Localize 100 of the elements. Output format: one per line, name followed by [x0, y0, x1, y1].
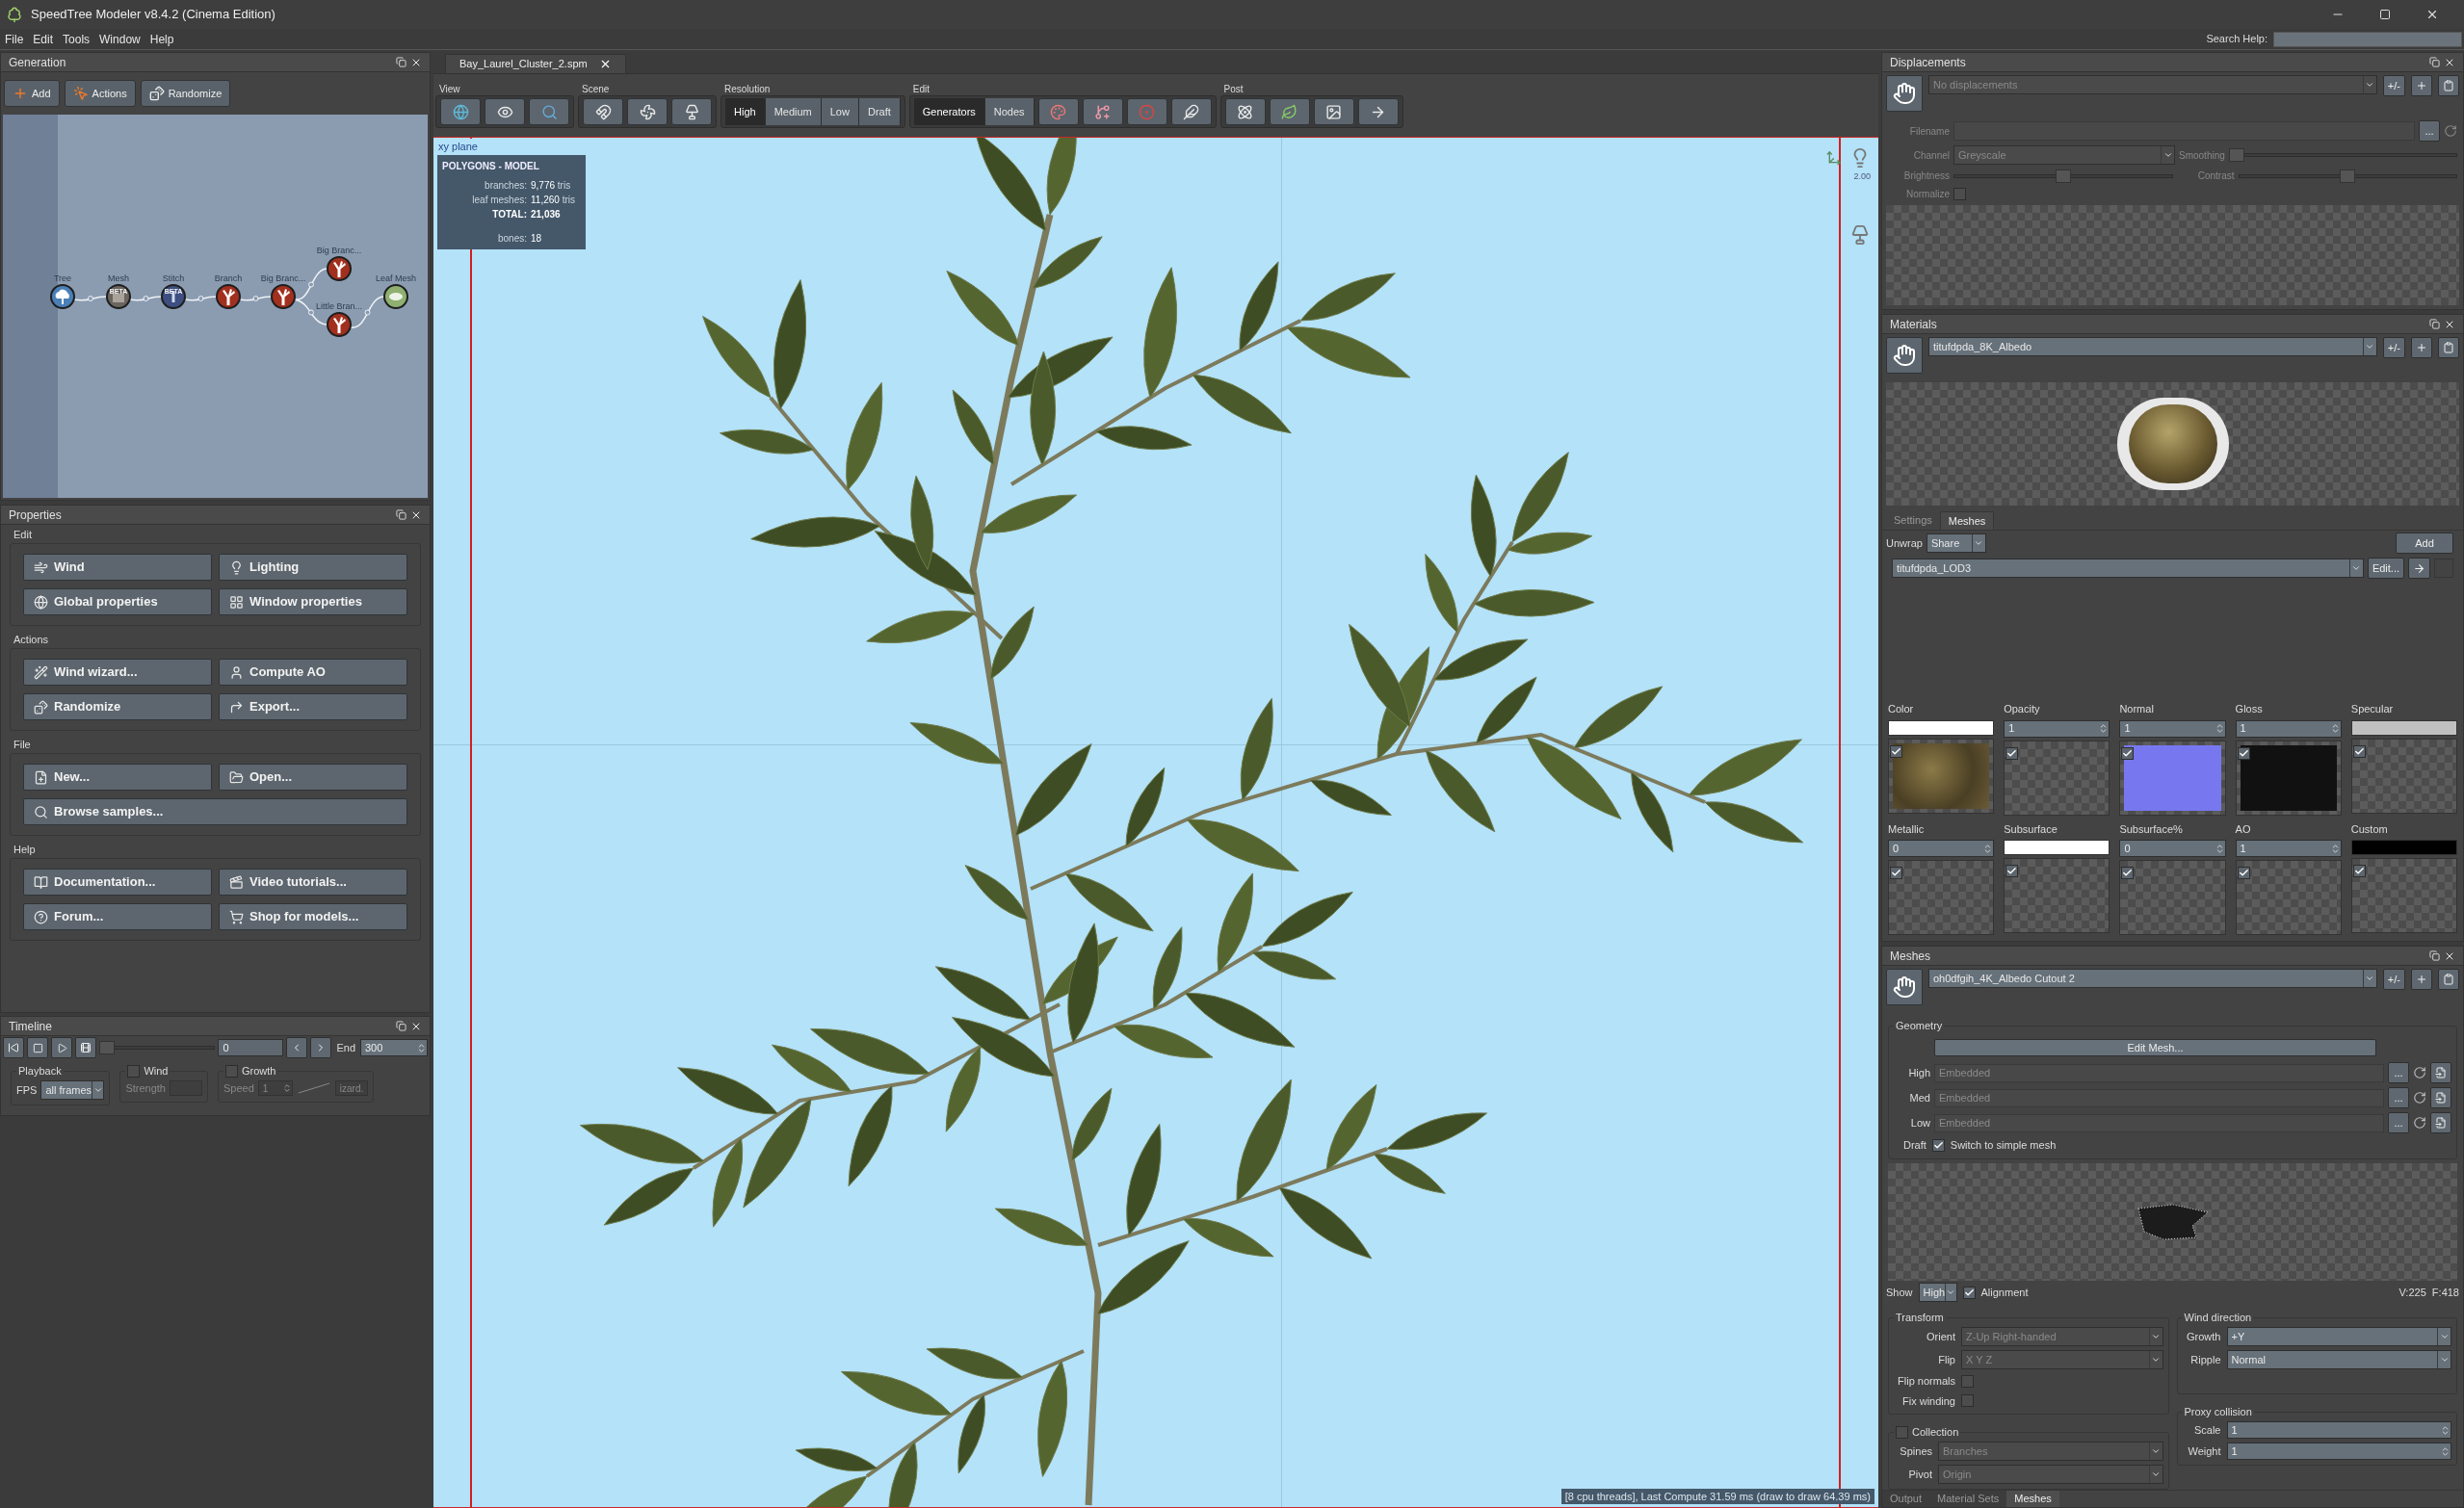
- unwrap-dropdown[interactable]: Share: [1926, 533, 1986, 553]
- tool-button[interactable]: [529, 98, 569, 125]
- node-label[interactable]: Stitch: [162, 273, 185, 283]
- map-enabled-checkbox[interactable]: [2121, 867, 2135, 879]
- growth-dropdown[interactable]: +Y: [2226, 1327, 2451, 1346]
- action-button[interactable]: Export...: [219, 693, 407, 720]
- action-button[interactable]: Documentation...: [23, 869, 212, 896]
- brightness-slider[interactable]: [1953, 169, 2173, 183]
- branch-node-icon[interactable]: [327, 256, 352, 281]
- spines-dropdown[interactable]: Branches: [1938, 1442, 2163, 1461]
- node-label[interactable]: Branch: [214, 273, 243, 283]
- map-value-field[interactable]: 0: [1888, 840, 1995, 857]
- menu-item[interactable]: Edit: [28, 30, 59, 48]
- panel-tab[interactable]: Output: [1882, 1491, 1930, 1507]
- browse-button[interactable]: ...: [2388, 1087, 2409, 1108]
- slider-thumb[interactable]: [2340, 169, 2356, 183]
- hand-button[interactable]: [1886, 969, 1923, 1005]
- tool-button[interactable]: [1170, 98, 1212, 125]
- selector-dropdown[interactable]: No displacements: [1928, 75, 2377, 94]
- add-remove-button[interactable]: +/-: [2382, 969, 2405, 990]
- import-button[interactable]: [2430, 1112, 2451, 1133]
- edit-button[interactable]: Edit...: [2367, 558, 2404, 579]
- tool-button[interactable]: [485, 98, 525, 125]
- map-enabled-checkbox[interactable]: [2237, 867, 2250, 879]
- timeline-slider[interactable]: [99, 1041, 216, 1054]
- fps-dropdown[interactable]: all frames: [40, 1080, 105, 1100]
- menu-item[interactable]: Help: [144, 30, 179, 48]
- browse-button[interactable]: ...: [2419, 120, 2440, 142]
- node-label[interactable]: Mesh: [108, 273, 129, 283]
- action-button[interactable]: Window properties: [219, 588, 407, 615]
- frame-field[interactable]: 0: [218, 1039, 284, 1056]
- next-frame-button[interactable]: [310, 1037, 332, 1058]
- add-button[interactable]: [2411, 337, 2432, 358]
- speed-field[interactable]: 1: [257, 1080, 293, 1097]
- action-button[interactable]: Wind: [23, 554, 212, 581]
- toolbar-button[interactable]: Randomize: [140, 80, 231, 107]
- tree-node-icon[interactable]: [50, 284, 75, 309]
- stitch-node-icon[interactable]: [161, 284, 186, 309]
- slider-thumb[interactable]: [99, 1041, 115, 1054]
- panel-tab[interactable]: Meshes: [1939, 511, 1995, 530]
- weight-field[interactable]: 1: [2226, 1443, 2451, 1460]
- channel-dropdown[interactable]: Greyscale: [1953, 145, 2175, 165]
- action-button[interactable]: Browse samples...: [23, 798, 407, 825]
- import-button[interactable]: [2430, 1062, 2451, 1083]
- pivot-dropdown[interactable]: Origin: [1938, 1465, 2163, 1484]
- map-value-field[interactable]: 1: [2235, 719, 2342, 738]
- segment-tab[interactable]: Low: [821, 98, 859, 125]
- show-dropdown[interactable]: High: [1918, 1283, 1957, 1302]
- toolbar-button[interactable]: Add: [4, 80, 60, 107]
- map-value-field[interactable]: 1: [2119, 719, 2226, 738]
- scale-field[interactable]: 1: [2226, 1421, 2451, 1439]
- action-button[interactable]: Lighting: [219, 554, 407, 581]
- tool-button[interactable]: [440, 98, 481, 125]
- node-label[interactable]: Tree: [53, 273, 72, 283]
- collection-checkbox[interactable]: [1896, 1425, 1908, 1439]
- tool-button[interactable]: [1357, 98, 1399, 125]
- toolbar-button[interactable]: Actions: [64, 80, 136, 107]
- panel-tab[interactable]: Meshes: [2006, 1491, 2059, 1507]
- add-remove-button[interactable]: +/-: [2382, 337, 2405, 358]
- map-value-field[interactable]: 1: [2235, 840, 2342, 857]
- mesh-dropdown[interactable]: titufdpda_LOD3: [1892, 559, 2364, 578]
- growth-checkbox[interactable]: [225, 1064, 238, 1078]
- panel-tab[interactable]: Material Sets: [1929, 1491, 2007, 1507]
- edit-mesh-button[interactable]: Edit Mesh...: [1934, 1039, 2376, 1056]
- wizard-button[interactable]: izard.: [334, 1080, 369, 1097]
- map-value-field[interactable]: 1: [2004, 719, 2110, 738]
- action-button[interactable]: Video tutorials...: [219, 869, 407, 896]
- map-enabled-checkbox[interactable]: [1890, 867, 1902, 879]
- panel-tab[interactable]: Settings: [1886, 511, 1940, 530]
- map-enabled-checkbox[interactable]: [2352, 865, 2366, 877]
- tool-button[interactable]: [583, 98, 623, 125]
- hand-button[interactable]: [1886, 75, 1923, 112]
- add-button[interactable]: [2411, 969, 2432, 990]
- action-button[interactable]: Randomize: [23, 693, 212, 720]
- end-frame-field[interactable]: 300: [360, 1039, 428, 1056]
- node-label[interactable]: Big Branc...: [316, 246, 362, 255]
- mesh-file-field[interactable]: Embedded: [1934, 1113, 2384, 1132]
- tool-button[interactable]: [671, 98, 712, 125]
- branch-node-icon[interactable]: [327, 312, 352, 337]
- go-start-button[interactable]: [3, 1037, 24, 1058]
- tool-button[interactable]: [1224, 98, 1266, 125]
- slider-thumb[interactable]: [2055, 169, 2071, 183]
- normalize-checkbox[interactable]: [1953, 188, 1966, 200]
- contrast-slider[interactable]: [2238, 169, 2457, 183]
- menu-item[interactable]: Tools: [58, 30, 95, 48]
- tool-button[interactable]: [1082, 98, 1123, 125]
- add-remove-button[interactable]: +/-: [2382, 75, 2405, 96]
- wind-checkbox[interactable]: [127, 1064, 141, 1078]
- map-enabled-checkbox[interactable]: [2352, 744, 2366, 758]
- slider-thumb[interactable]: [2228, 148, 2244, 162]
- color-swatch[interactable]: [2004, 840, 2110, 855]
- action-button[interactable]: Open...: [219, 764, 407, 791]
- map-enabled-checkbox[interactable]: [2005, 865, 2019, 877]
- import-button[interactable]: [2430, 1087, 2451, 1108]
- selector-dropdown[interactable]: oh0dfgih_4K_Albedo Cutout 2: [1928, 969, 2377, 988]
- color-swatch[interactable]: [2350, 840, 2457, 855]
- node-label[interactable]: Big Branc...: [260, 273, 306, 283]
- paste-button[interactable]: [2438, 337, 2459, 358]
- leaf-node-icon[interactable]: [383, 284, 408, 309]
- add-button[interactable]: [2411, 75, 2432, 96]
